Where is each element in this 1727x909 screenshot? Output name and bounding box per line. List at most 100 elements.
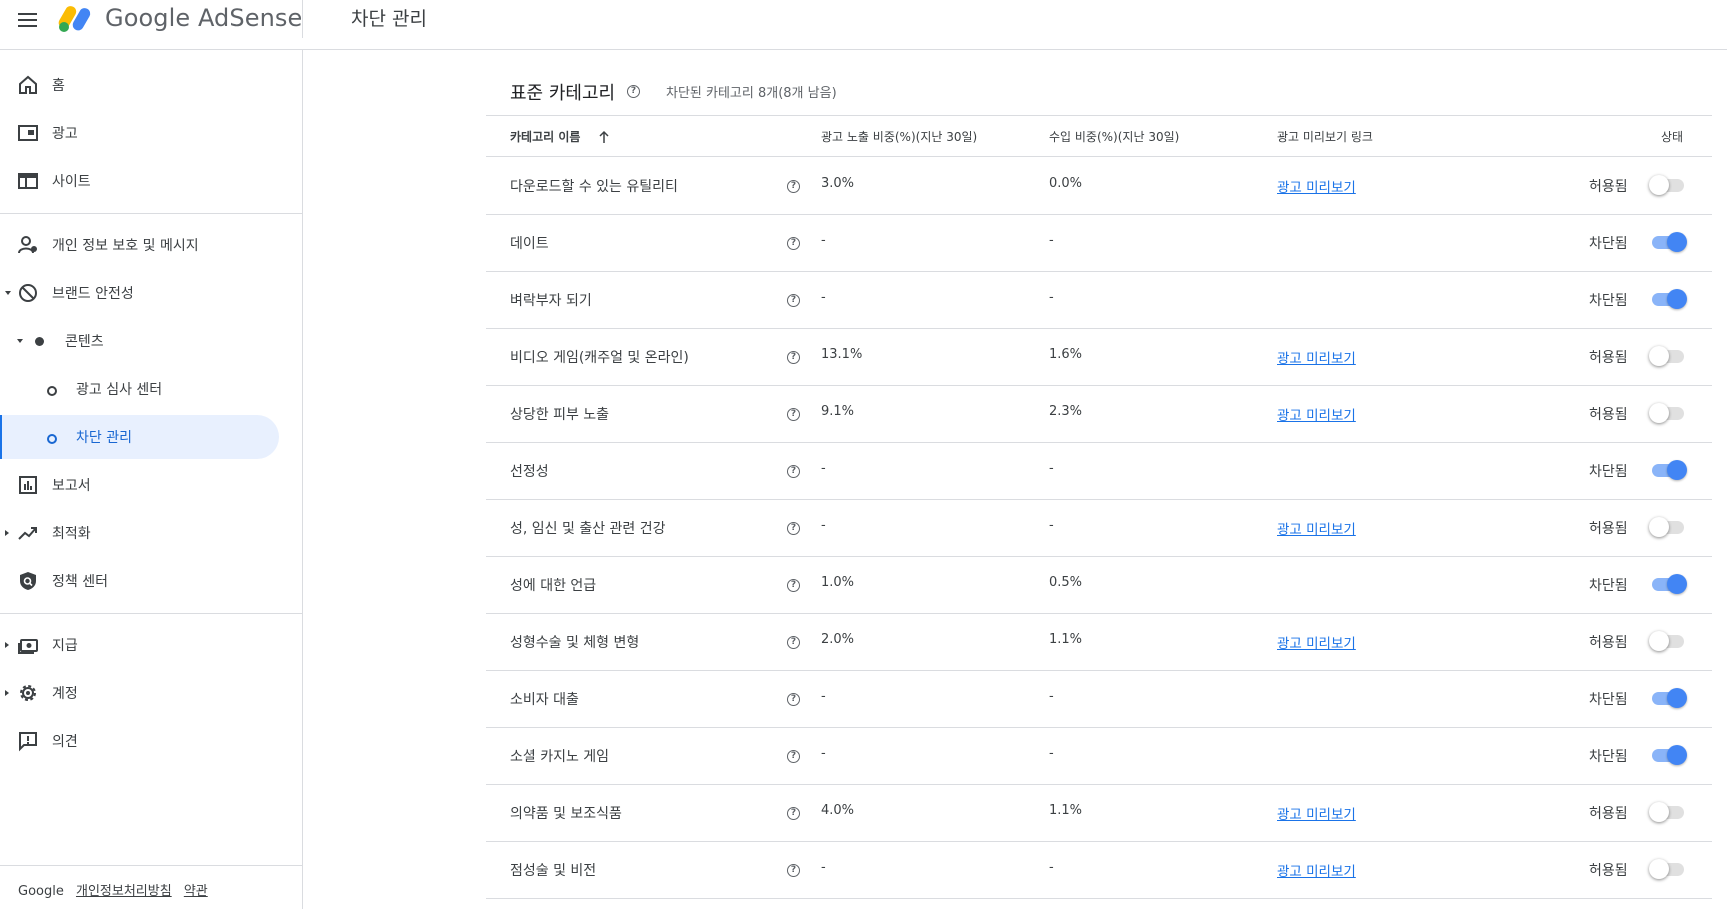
help-icon[interactable]: ? <box>787 864 800 877</box>
help-icon[interactable]: ? <box>787 351 800 364</box>
block-toggle[interactable] <box>1649 744 1687 766</box>
help-icon[interactable]: ? <box>787 693 800 706</box>
sidebar-item-policy-center[interactable]: 정책 센터 <box>0 559 302 603</box>
expand-caret-icon[interactable] <box>17 339 23 343</box>
help-icon[interactable]: ? <box>787 465 800 478</box>
sidebar-item-label: 정책 센터 <box>52 574 108 590</box>
home-icon <box>19 75 37 94</box>
status-text: 허용됨 <box>1589 806 1628 822</box>
impressions-share: - <box>821 860 826 875</box>
sidebar-item-payments[interactable]: 지급 <box>0 623 302 667</box>
category-name: 벼락부자 되기 <box>510 293 592 309</box>
table-row: 상당한 피부 노출? 9.1% 2.3% 광고 미리보기 허용됨 <box>486 385 1712 442</box>
block-toggle[interactable] <box>1649 858 1687 880</box>
toggle-knob <box>1667 745 1687 765</box>
table-row: 비디오 게임(캐주얼 및 온라인)? 13.1% 1.6% 광고 미리보기 허용됨 <box>486 328 1712 385</box>
sidebar-item-label: 지급 <box>52 638 78 654</box>
ad-preview-link[interactable]: 광고 미리보기 <box>1277 176 1356 196</box>
block-toggle[interactable] <box>1649 516 1687 538</box>
ring-bullet-icon <box>47 386 57 396</box>
earnings-share: - <box>1049 860 1054 875</box>
footer-google-text: Google <box>18 884 64 899</box>
column-header-category-name[interactable]: 카테고리 이름 <box>510 128 580 145</box>
sidebar-item-label: 사이트 <box>52 174 91 190</box>
earnings-share: 1.6% <box>1049 347 1083 362</box>
trending-up-icon <box>18 527 37 540</box>
help-icon[interactable]: ? <box>787 579 800 592</box>
expand-caret-icon[interactable] <box>5 291 11 295</box>
sidebar-item-home[interactable]: 홈 <box>0 63 302 107</box>
privacy-policy-link[interactable]: 개인정보처리방침 <box>76 884 172 899</box>
toggle-knob <box>1649 802 1669 822</box>
block-toggle[interactable] <box>1649 288 1687 310</box>
category-name: 의약품 및 보조식품 <box>510 806 622 822</box>
help-icon[interactable]: ? <box>787 636 800 649</box>
expand-caret-icon[interactable] <box>5 690 9 696</box>
toggle-knob <box>1649 346 1669 366</box>
terms-link[interactable]: 약관 <box>184 884 208 899</box>
sidebar-item-blocking-controls[interactable]: 차단 관리 <box>0 415 279 459</box>
help-icon[interactable]: ? <box>787 237 800 250</box>
table-row: 성형수술 및 체형 변형? 2.0% 1.1% 광고 미리보기 허용됨 <box>486 613 1712 670</box>
block-toggle[interactable] <box>1649 174 1687 196</box>
sidebar-item-feedback[interactable]: 의견 <box>0 719 302 763</box>
help-icon[interactable]: ? <box>787 294 800 307</box>
block-toggle[interactable] <box>1649 630 1687 652</box>
sidebar-item-account[interactable]: 계정 <box>0 671 302 715</box>
status-text: 차단됨 <box>1589 293 1628 309</box>
ad-preview-link[interactable]: 광고 미리보기 <box>1277 860 1356 880</box>
sidebar-item-label: 최적화 <box>52 526 91 542</box>
expand-caret-icon[interactable] <box>5 642 9 648</box>
sidebar-item-ad-review-center[interactable]: 광고 심사 센터 <box>0 367 302 411</box>
help-icon[interactable]: ? <box>627 85 640 98</box>
sort-ascending-icon[interactable] <box>598 130 610 144</box>
block-toggle[interactable] <box>1649 345 1687 367</box>
section-title: 표준 카테고리 <box>510 83 616 104</box>
earnings-share: - <box>1049 746 1054 761</box>
block-toggle[interactable] <box>1649 402 1687 424</box>
sidebar-item-sites[interactable]: 사이트 <box>0 159 302 203</box>
expand-caret-icon[interactable] <box>5 530 9 536</box>
sidebar-item-label: 브랜드 안전성 <box>52 286 134 302</box>
ad-preview-link[interactable]: 광고 미리보기 <box>1277 404 1356 424</box>
block-toggle[interactable] <box>1649 573 1687 595</box>
toggle-knob <box>1649 175 1669 195</box>
policy-shield-icon <box>20 572 36 590</box>
block-icon <box>19 284 37 302</box>
impressions-share: 3.0% <box>821 176 855 191</box>
sidebar-item-ads[interactable]: 광고 <box>0 111 302 155</box>
help-icon[interactable]: ? <box>787 807 800 820</box>
table-row: 다운로드할 수 있는 유틸리티? 3.0% 0.0% 광고 미리보기 허용됨 <box>486 157 1712 214</box>
earnings-share: - <box>1049 461 1054 476</box>
sidebar-item-reports[interactable]: 보고서 <box>0 463 302 507</box>
earnings-share: 2.3% <box>1049 404 1083 419</box>
sidebar-item-label: 콘텐츠 <box>65 334 104 350</box>
category-name: 소비자 대출 <box>510 692 579 708</box>
help-icon[interactable]: ? <box>787 522 800 535</box>
sidebar-item-privacy-messaging[interactable]: 개인 정보 보호 및 메시지 <box>0 223 302 267</box>
block-toggle[interactable] <box>1649 801 1687 823</box>
help-icon[interactable]: ? <box>787 750 800 763</box>
row-divider <box>486 898 1712 899</box>
earnings-share: - <box>1049 290 1054 305</box>
sidebar-item-brand-safety[interactable]: 브랜드 안전성 <box>0 271 302 315</box>
block-toggle[interactable] <box>1649 687 1687 709</box>
ad-preview-link[interactable]: 광고 미리보기 <box>1277 632 1356 652</box>
sidebar-item-label: 홈 <box>52 78 65 94</box>
help-icon[interactable]: ? <box>787 180 800 193</box>
block-toggle[interactable] <box>1649 231 1687 253</box>
block-toggle[interactable] <box>1649 459 1687 481</box>
ad-preview-link[interactable]: 광고 미리보기 <box>1277 347 1356 367</box>
feedback-icon <box>19 732 37 752</box>
sidebar-item-optimization[interactable]: 최적화 <box>0 511 302 555</box>
menu-icon[interactable] <box>18 9 42 29</box>
ad-preview-link[interactable]: 광고 미리보기 <box>1277 803 1356 823</box>
sidebar-item-content[interactable]: 콘텐츠 <box>0 319 302 363</box>
column-header-ad-preview: 광고 미리보기 링크 <box>1277 130 1373 144</box>
sidebar-item-label: 광고 <box>52 126 78 142</box>
app-header: Google AdSense 차단 관리 <box>0 0 1727 50</box>
help-icon[interactable]: ? <box>787 408 800 421</box>
status-text: 허용됨 <box>1589 863 1628 879</box>
ad-preview-link[interactable]: 광고 미리보기 <box>1277 518 1356 538</box>
toggle-knob <box>1649 403 1669 423</box>
